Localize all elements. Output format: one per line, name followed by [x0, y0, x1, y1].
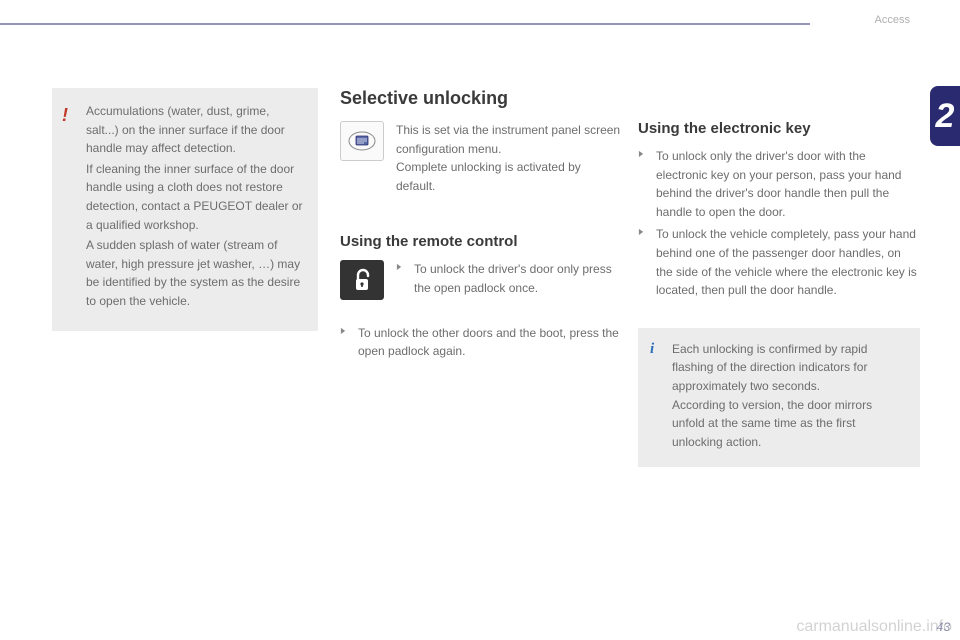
watermark: carmanualsonline.info	[796, 618, 952, 636]
column-right: Using the electronic key To unlock only …	[638, 120, 920, 467]
ekey-bullet-list: To unlock only the driver's door with th…	[638, 147, 920, 300]
warning-callout: ! Accumulations (water, dust, grime, sal…	[52, 88, 318, 331]
list-item: To unlock the vehicle completely, pass y…	[638, 225, 920, 299]
intro-line: Complete unlocking is activated by defau…	[396, 160, 581, 193]
list-item: To unlock the driver's door only press t…	[396, 260, 622, 297]
column-left: ! Accumulations (water, dust, grime, sal…	[52, 88, 318, 331]
page-number: 43	[937, 620, 950, 634]
info-text: Each unlocking is confirmed by rapid fla…	[672, 340, 906, 396]
intro-text: This is set via the instrument panel scr…	[396, 121, 622, 195]
manual-page: Access 2 ! Accumulations (water, dust, g…	[0, 0, 960, 640]
warning-text: Accumulations (water, dust, grime, salt.…	[86, 102, 304, 158]
remote-row: To unlock the driver's door only press t…	[340, 260, 622, 301]
warning-text: A sudden splash of water (stream of wate…	[86, 236, 304, 310]
list-item: To unlock the other doors and the boot, …	[340, 324, 622, 361]
column-center: Selective unlocking This is set via the …	[340, 88, 622, 365]
intro-row: This is set via the instrument panel scr…	[340, 121, 622, 195]
remote-bullet-list: To unlock the driver's door only press t…	[396, 260, 622, 297]
info-callout: i Each unlocking is confirmed by rapid f…	[638, 328, 920, 468]
info-text: According to version, the door mirrors u…	[672, 396, 906, 452]
header-category: Access	[875, 14, 910, 26]
warning-text: If cleaning the inner surface of the doo…	[86, 160, 304, 234]
exclamation-icon: !	[62, 102, 78, 130]
section-title: Selective unlocking	[340, 88, 622, 109]
dashboard-screen-icon	[340, 121, 384, 161]
intro-line: This is set via the instrument panel scr…	[396, 123, 620, 156]
list-item: To unlock only the driver's door with th…	[638, 147, 920, 221]
info-icon: i	[650, 338, 654, 361]
chapter-number: 2	[936, 97, 955, 136]
open-padlock-icon	[340, 260, 384, 300]
ekey-heading: Using the electronic key	[638, 120, 920, 137]
remote-heading: Using the remote control	[340, 233, 622, 250]
remote-bullet-list-2: To unlock the other doors and the boot, …	[340, 324, 622, 361]
chapter-tab: 2	[930, 86, 960, 146]
header-rule	[0, 23, 810, 25]
